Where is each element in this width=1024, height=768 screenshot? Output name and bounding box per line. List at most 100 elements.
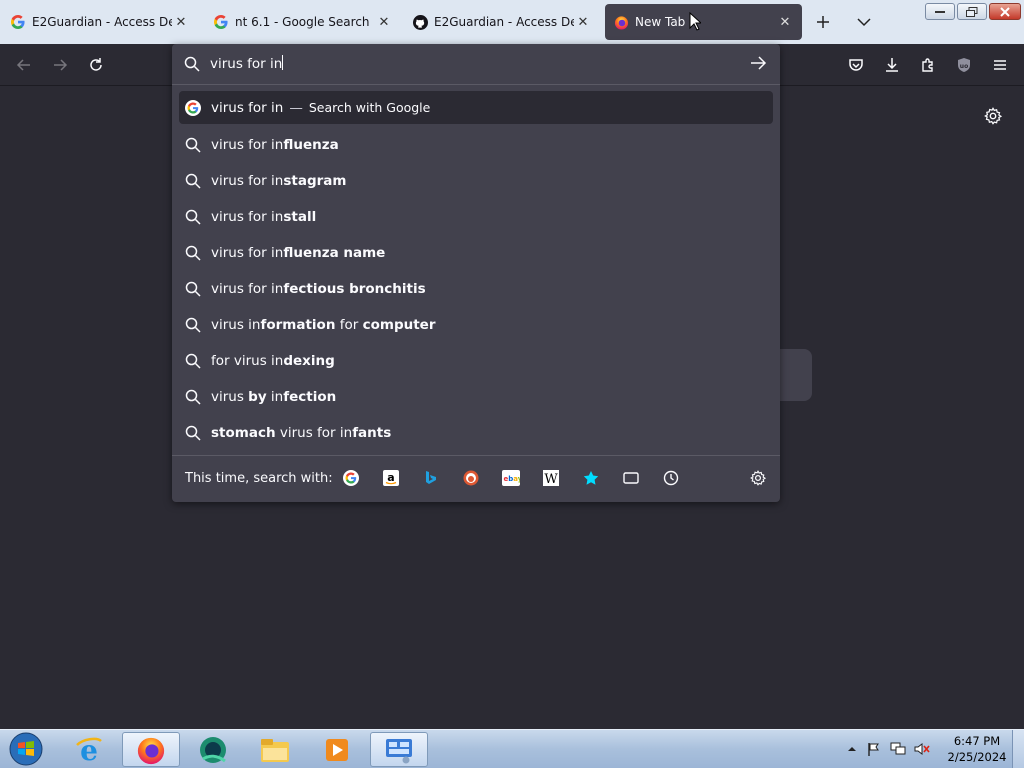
downloads-button[interactable] bbox=[880, 53, 904, 77]
start-button[interactable] bbox=[4, 730, 48, 768]
forward-button[interactable] bbox=[48, 53, 72, 77]
suggestion-completion: formation bbox=[260, 317, 336, 333]
reload-button[interactable] bbox=[84, 53, 108, 77]
close-tab-icon[interactable]: ✕ bbox=[776, 13, 794, 31]
suggestion-row[interactable]: virus by infection bbox=[172, 379, 780, 415]
gear-icon bbox=[750, 470, 766, 486]
suggestion-completion: fants bbox=[352, 425, 392, 441]
taskbar-internet-explorer[interactable]: e bbox=[60, 732, 118, 767]
hamburger-menu-icon bbox=[994, 60, 1006, 70]
one-off-search-bar: This time, search with: a ebay W bbox=[172, 455, 780, 502]
suggestion-completion: dexing bbox=[283, 353, 335, 369]
tab-e2guardian-1[interactable]: E2Guardian - Access Denie ✕ bbox=[2, 4, 198, 40]
taskbar-firefox[interactable] bbox=[122, 732, 180, 767]
arrow-right-icon bbox=[54, 59, 68, 71]
amazon-icon[interactable]: a bbox=[382, 469, 400, 487]
system-clock[interactable]: 6:47 PM 2/25/2024 bbox=[942, 733, 1012, 765]
wikipedia-icon[interactable]: W bbox=[542, 469, 560, 487]
internet-explorer-icon: e bbox=[76, 735, 102, 765]
suggestion-text: for virus indexing bbox=[211, 353, 335, 369]
volume-muted-icon[interactable] bbox=[914, 741, 930, 757]
list-all-tabs-button[interactable] bbox=[852, 10, 876, 34]
suggestion-row[interactable]: virus for infectious bronchitis bbox=[172, 271, 780, 307]
search-icon bbox=[185, 173, 201, 189]
suggestion-text: virus for infectious bronchitis bbox=[211, 281, 426, 297]
ublock-shield-icon: uo bbox=[958, 58, 970, 72]
suggestion-typed: virus for in bbox=[211, 209, 284, 225]
suggestion-completion: stall bbox=[283, 209, 317, 225]
suggestion-completion: by bbox=[248, 389, 267, 405]
suggestion-row[interactable]: virus for instagram bbox=[172, 163, 780, 199]
restore-icon bbox=[966, 6, 978, 17]
tab-e2guardian-2[interactable]: E2Guardian - Access Denie ✕ bbox=[404, 4, 600, 40]
minimize-button[interactable] bbox=[925, 3, 955, 20]
suggestion-text: stomach virus for infants bbox=[211, 425, 391, 441]
suggestion-completion: fection bbox=[283, 389, 337, 405]
suggestion-row[interactable]: virus for influenza name bbox=[172, 235, 780, 271]
show-hidden-icons-button[interactable] bbox=[844, 741, 860, 757]
taskbar-file-explorer[interactable] bbox=[246, 732, 304, 767]
suggestion-typed: virus in bbox=[211, 317, 261, 333]
download-icon bbox=[886, 58, 898, 72]
search-action-label: Search with Google bbox=[308, 100, 431, 115]
reload-icon bbox=[90, 58, 102, 71]
svg-text:a: a bbox=[387, 471, 394, 484]
network-icon[interactable] bbox=[890, 741, 906, 757]
separator-dash: — bbox=[289, 99, 303, 116]
tab-title: E2Guardian - Access Denie bbox=[32, 15, 172, 29]
search-settings-button[interactable] bbox=[749, 469, 767, 487]
pocket-button[interactable] bbox=[844, 53, 868, 77]
search-with-google-row[interactable]: virus for in — Search with Google bbox=[179, 91, 773, 124]
tabs-icon[interactable] bbox=[622, 469, 640, 487]
personalize-settings-button[interactable] bbox=[981, 104, 1005, 128]
address-input[interactable]: virus for in bbox=[210, 55, 730, 75]
tab-title: New Tab bbox=[635, 15, 686, 29]
show-desktop-button[interactable] bbox=[1012, 730, 1024, 768]
search-icon bbox=[185, 353, 201, 369]
suggestion-text: virus for influenza name bbox=[211, 245, 385, 261]
chevron-down-icon bbox=[857, 18, 871, 27]
new-tab-button[interactable] bbox=[811, 10, 835, 34]
close-tab-icon[interactable]: ✕ bbox=[172, 13, 190, 31]
suggestion-completion: fluenza name bbox=[283, 245, 386, 261]
ebay-icon[interactable]: ebay bbox=[502, 469, 520, 487]
tab-google-search[interactable]: nt 6.1 - Google Search ✕ bbox=[205, 4, 401, 40]
taskbar-network-app[interactable] bbox=[370, 732, 428, 767]
address-bar[interactable]: virus for in bbox=[172, 44, 780, 85]
windows-start-orb-icon bbox=[9, 732, 43, 766]
ublock-origin-button[interactable]: uo bbox=[952, 53, 976, 77]
media-player-icon bbox=[326, 738, 348, 761]
suggestion-row[interactable]: virus information for computer bbox=[172, 307, 780, 343]
suggestion-completion: fluenza bbox=[283, 137, 339, 153]
bing-icon[interactable] bbox=[422, 469, 440, 487]
suggestion-typed: virus for in bbox=[211, 245, 284, 261]
close-tab-icon[interactable]: ✕ bbox=[574, 13, 592, 31]
suggestion-completion: computer bbox=[362, 317, 436, 333]
system-tray: 6:47 PM 2/25/2024 bbox=[838, 730, 1024, 768]
extensions-button[interactable] bbox=[916, 53, 940, 77]
go-button[interactable] bbox=[749, 54, 767, 76]
tab-new-tab[interactable]: New Tab ✕ bbox=[605, 4, 802, 40]
taskbar-media-player[interactable] bbox=[308, 732, 366, 767]
duckduckgo-icon[interactable] bbox=[462, 469, 480, 487]
google-icon[interactable] bbox=[342, 469, 360, 487]
restore-button[interactable] bbox=[957, 3, 987, 20]
bookmarks-icon[interactable] bbox=[582, 469, 600, 487]
taskbar-app[interactable] bbox=[184, 732, 242, 767]
suggestion-row[interactable]: virus for install bbox=[172, 199, 780, 235]
suggestion-typed: virus for in bbox=[211, 137, 284, 153]
suggestion-text: virus for instagram bbox=[211, 173, 346, 189]
search-icon bbox=[185, 389, 201, 405]
menu-button[interactable] bbox=[988, 53, 1012, 77]
action-center-flag-icon[interactable] bbox=[866, 741, 882, 757]
history-icon[interactable] bbox=[662, 469, 680, 487]
back-button[interactable] bbox=[12, 53, 36, 77]
close-tab-icon[interactable]: ✕ bbox=[375, 13, 393, 31]
suggestion-list: virus for in — Search with Google virus … bbox=[172, 91, 780, 451]
close-window-button[interactable] bbox=[989, 3, 1021, 20]
suggestion-row[interactable]: for virus indexing bbox=[172, 343, 780, 379]
arrow-right-icon bbox=[751, 56, 767, 70]
suggestion-row[interactable]: stomach virus for infants bbox=[172, 415, 780, 451]
suggestion-typed: for bbox=[335, 317, 363, 333]
suggestion-row[interactable]: virus for influenza bbox=[172, 127, 780, 163]
